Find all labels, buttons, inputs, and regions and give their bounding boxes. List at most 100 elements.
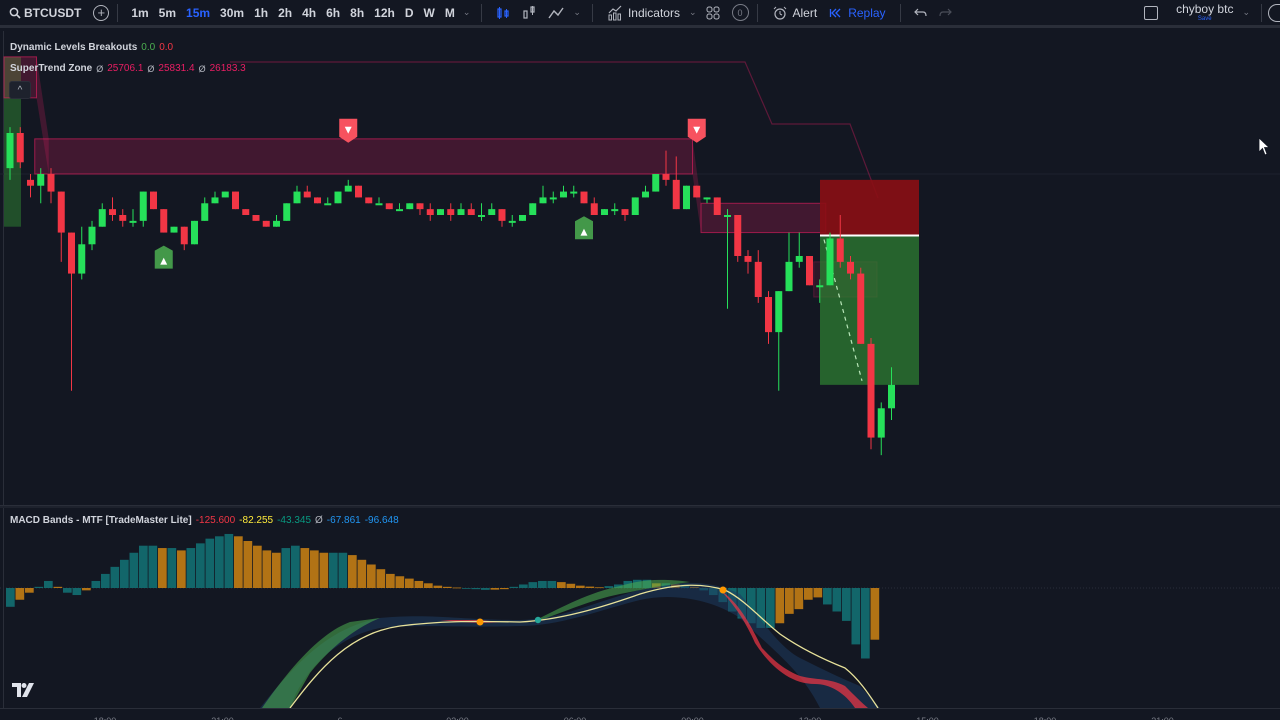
candle-bullish xyxy=(139,191,147,221)
macd-histogram-bar xyxy=(566,583,576,588)
timeframe-1h[interactable]: 1h xyxy=(249,6,273,20)
time-tick-label: 03:00 xyxy=(446,716,469,720)
timeframe-more-chevron-icon[interactable]: ⌄ xyxy=(460,7,474,18)
macd-histogram-bar xyxy=(395,576,405,588)
time-axis[interactable]: 18:00 21:00 6 03:00 06:00 09:00 12:00 15:00 18:0… xyxy=(0,708,1280,720)
candle-bearish xyxy=(416,203,424,210)
indicator-name: Dynamic Levels Breakouts xyxy=(10,42,138,53)
timeframe-8h[interactable]: 8h xyxy=(345,6,369,20)
macd-histogram-bar xyxy=(186,548,196,588)
candle-bearish xyxy=(385,203,393,210)
symbol-search-button[interactable]: BTCUSDT xyxy=(0,6,87,20)
candle-bullish xyxy=(221,191,229,198)
macd-histogram-bar xyxy=(528,582,538,588)
grid-icon[interactable] xyxy=(700,5,726,21)
candle-bullish xyxy=(98,209,106,227)
macd-histogram-bar xyxy=(215,536,224,588)
redo-icon[interactable] xyxy=(933,6,957,20)
alert-button[interactable]: Alert xyxy=(766,5,824,21)
macd-histogram-bar xyxy=(357,559,367,588)
candle-bullish xyxy=(724,215,731,217)
supertrend-zone-band xyxy=(34,138,693,175)
symbol-name: BTCUSDT xyxy=(24,5,82,20)
mouse-cursor-icon xyxy=(1258,137,1270,156)
legend-supertrend-zone[interactable]: SuperTrend Zone Ø 25706.1 Ø 25831.4 Ø 26… xyxy=(10,63,246,74)
time-tick-label: 06:00 xyxy=(564,716,587,720)
timeframe-W[interactable]: W xyxy=(419,6,440,20)
macd-histogram-bar xyxy=(462,588,471,589)
candle-bullish xyxy=(539,197,547,204)
candle-bearish xyxy=(744,256,752,262)
macd-histogram-bar xyxy=(604,586,614,588)
candle-bullish xyxy=(529,203,537,215)
candle-bullish xyxy=(273,220,280,227)
chart-type-chevron-icon[interactable]: ⌄ xyxy=(570,7,584,18)
macd-histogram-bar xyxy=(234,536,243,588)
macd-pane[interactable]: MACD Bands - MTF [TradeMaster Lite] -125… xyxy=(0,508,1280,708)
timeframe-4h[interactable]: 4h xyxy=(297,6,321,20)
macd-histogram-bar xyxy=(300,548,310,588)
legend-macd[interactable]: MACD Bands - MTF [TradeMaster Lite] -125… xyxy=(10,515,399,526)
collapse-legend-button[interactable]: ^ xyxy=(9,81,31,99)
line-icon[interactable] xyxy=(542,5,570,21)
candle-bullish xyxy=(375,203,383,206)
layout-name: chyboy btc xyxy=(1176,2,1234,16)
alarm-clock-icon xyxy=(773,6,786,20)
layout-chevron-icon[interactable]: ⌄ xyxy=(1239,7,1253,18)
candle-bullish xyxy=(478,215,485,217)
macd-histogram-bar xyxy=(490,588,500,590)
candle-bearish xyxy=(426,209,434,215)
indicators-button[interactable]: Indicators xyxy=(601,5,686,21)
alerts-count-badge[interactable]: 0 xyxy=(731,4,749,21)
candle-bullish xyxy=(129,220,137,223)
timeframe-2h[interactable]: 2h xyxy=(273,6,297,20)
publish-icon[interactable] xyxy=(1268,3,1280,22)
macd-histogram-bar xyxy=(82,588,91,591)
divider xyxy=(481,3,483,22)
candle-bearish xyxy=(160,209,168,233)
macd-histogram-bar xyxy=(509,586,519,588)
indicators-icon xyxy=(608,5,622,20)
macd-histogram-bar xyxy=(177,550,186,588)
indicator-value: -82.255 xyxy=(239,515,274,526)
timeframe-1m[interactable]: 1m xyxy=(126,6,153,20)
timeframe-D[interactable]: D xyxy=(400,6,419,20)
timeframe-selector: 1m 5m 15m 30m 1h 2h 4h 6h 8h 12h D W M xyxy=(126,0,460,25)
timeframe-5m[interactable]: 5m xyxy=(154,6,181,20)
macd-histogram-bar xyxy=(595,587,604,589)
candle-bullish xyxy=(549,197,557,200)
legend-dynamic-levels[interactable]: Dynamic Levels Breakouts 0.0 0.0 xyxy=(10,42,173,53)
candle-bearish xyxy=(314,197,321,204)
timeframe-6h[interactable]: 6h xyxy=(321,6,345,20)
layout-name-button[interactable]: chyboy btc Save xyxy=(1176,3,1233,22)
candle-bearish xyxy=(365,197,373,204)
timeframe-12h[interactable]: 12h xyxy=(369,6,400,20)
timeframe-30m[interactable]: 30m xyxy=(215,6,249,20)
timeframe-15m[interactable]: 15m xyxy=(181,6,215,20)
undo-icon[interactable] xyxy=(909,6,933,20)
indicator-value: 25831.4 xyxy=(158,63,195,74)
macd-histogram-bar xyxy=(139,545,148,588)
candles-icon[interactable] xyxy=(490,5,516,21)
indicators-chevron-icon[interactable]: ⌄ xyxy=(686,7,700,18)
compare-symbol-button[interactable]: + xyxy=(93,4,110,21)
candle-bearish xyxy=(232,191,239,210)
fullscreen-toggle-checkbox[interactable] xyxy=(1144,5,1159,20)
bars-icon[interactable] xyxy=(516,5,542,21)
toolbar-right: chyboy btc Save ⌄ xyxy=(1144,0,1280,25)
price-chart-pane[interactable]: ▼ ▲ ▲ ▼ Dynamic Levels Breakouts 0.0 0.0 Su… xyxy=(0,31,1280,505)
candle-bearish xyxy=(621,209,629,215)
candle-bullish xyxy=(611,209,619,212)
bearish-cross-dot xyxy=(476,618,484,626)
price-chart[interactable]: ▼ ▲ ▲ ▼ xyxy=(0,31,1280,505)
candle-bullish xyxy=(170,226,178,233)
tradingview-logo[interactable] xyxy=(12,683,34,702)
replay-button[interactable]: Replay xyxy=(823,6,891,20)
supertrend-upper-line xyxy=(230,61,879,199)
macd-chart[interactable] xyxy=(0,508,1280,708)
candle-bullish xyxy=(201,203,209,221)
macd-histogram-bar xyxy=(775,588,785,624)
divider xyxy=(1261,3,1262,22)
timeframe-M[interactable]: M xyxy=(440,6,460,20)
divider xyxy=(591,3,593,22)
